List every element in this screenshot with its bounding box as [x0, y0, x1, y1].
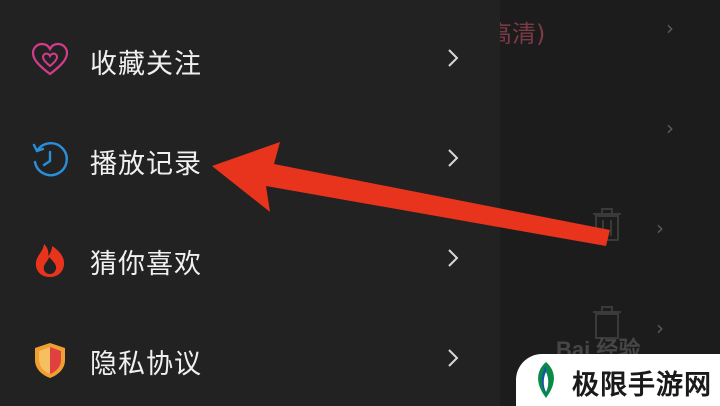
background-chevron-icon: › [666, 16, 674, 40]
menu-item-label: 隐私协议 [90, 349, 202, 380]
menu-item-label: 播放记录 [90, 149, 202, 180]
site-logo-icon [538, 362, 554, 398]
menu-item-label: 猜你喜欢 [90, 249, 202, 280]
menu-item-play-history[interactable]: 播放记录 [0, 120, 500, 200]
site-watermark-text: 极限手游网 [572, 370, 712, 401]
chevron-right-icon [448, 49, 459, 67]
side-drawer: 收藏关注 播放记录 猜你喜欢 隐私协议 [0, 0, 500, 406]
site-watermark-badge: 极限手游网 [516, 354, 720, 406]
menu-item-favorites[interactable]: 收藏关注 [0, 20, 500, 100]
background-chevron-icon: › [656, 216, 664, 240]
chevron-right-icon [448, 349, 459, 367]
heart-icon [31, 42, 69, 76]
trash-icon[interactable] [592, 208, 622, 242]
chevron-right-icon [448, 249, 459, 267]
flame-icon [35, 244, 65, 277]
menu-item-label: 收藏关注 [90, 49, 202, 80]
menu-item-privacy-policy[interactable]: 隐私协议 [0, 320, 500, 400]
menu-item-recommendations[interactable]: 猜你喜欢 [0, 220, 500, 300]
shield-icon [35, 343, 65, 378]
chevron-right-icon [448, 149, 459, 167]
background-chevron-icon: › [666, 116, 674, 140]
history-clock-icon [32, 141, 68, 177]
